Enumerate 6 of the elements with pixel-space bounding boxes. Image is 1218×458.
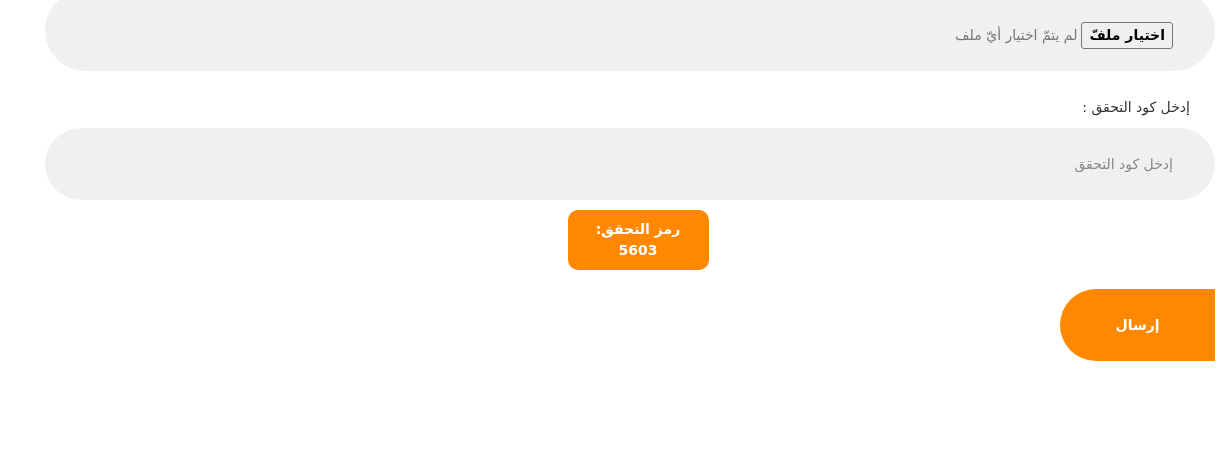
captcha-code: رمز التحقق: 5603 bbox=[567, 210, 709, 270]
field-label: إدخل كود التحقق : bbox=[1082, 99, 1190, 115]
file-status-text: لم يتمّ اختيار أيّ ملف bbox=[955, 25, 1078, 46]
code-input-field[interactable]: إدخل كود التحقق bbox=[45, 128, 1215, 200]
choose-file-button[interactable]: اختيار ملفّ bbox=[1081, 22, 1173, 49]
file-field[interactable]: اختيار ملفّ لم يتمّ اختيار أيّ ملف bbox=[45, 0, 1215, 71]
